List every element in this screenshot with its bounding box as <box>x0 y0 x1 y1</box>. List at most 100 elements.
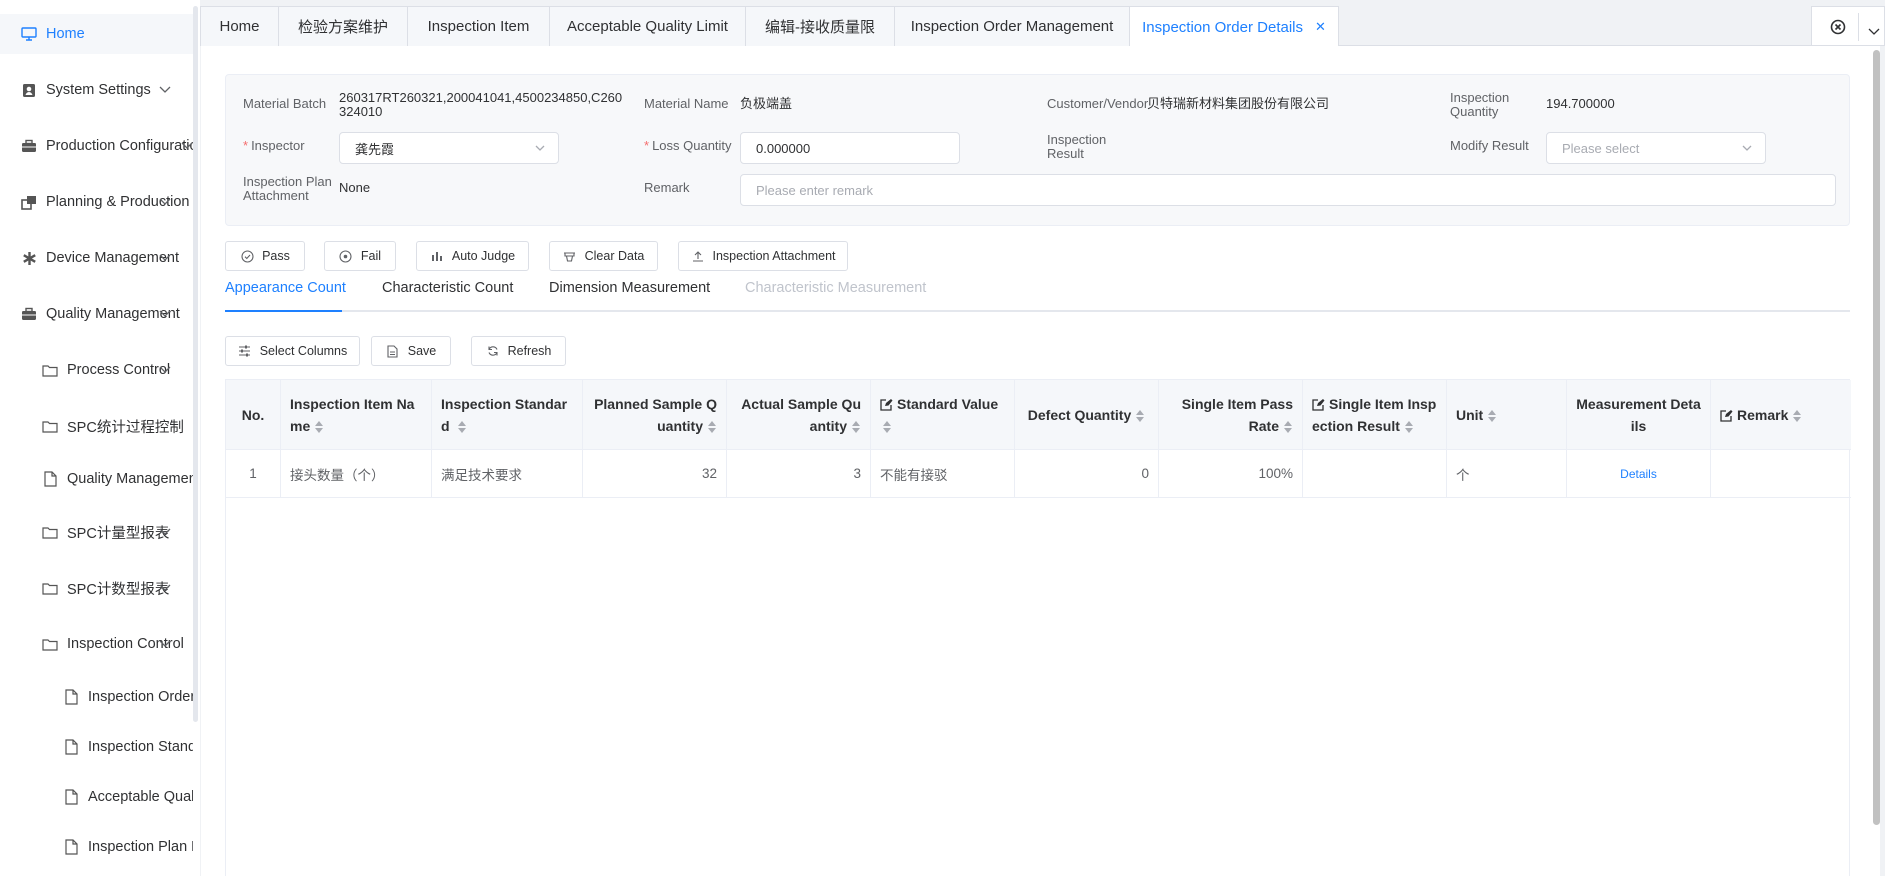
chevron-down-icon <box>158 581 172 595</box>
chevron-down-icon <box>158 251 172 265</box>
header-text: Single Item Inspection Result <box>1312 395 1437 434</box>
upload-icon <box>691 249 705 263</box>
header-text: Defect Quantity <box>1027 406 1132 423</box>
sidebar-item-label: SPC统计过程控制 <box>67 419 184 436</box>
details-link[interactable]: Details <box>1620 467 1657 481</box>
column-header-item-name[interactable]: Inspection Item Name <box>281 380 432 450</box>
chevron-down-icon[interactable] <box>1868 23 1880 35</box>
tab-bar: Home 检验方案维护 Inspection Item Acceptable Q… <box>200 6 1885 47</box>
sidebar-item-acceptable-quality-limit[interactable]: Acceptable Quality Limit <box>0 777 193 817</box>
save-button[interactable]: Save <box>371 336 451 366</box>
sidebar-item-inspection-plan-maintenance[interactable]: Inspection Plan Maintenance <box>0 827 193 867</box>
auto-judge-button[interactable]: Auto Judge <box>416 241 529 271</box>
column-header-standard[interactable]: Inspection Standard <box>432 380 583 450</box>
column-header-remark[interactable]: Remark <box>1711 380 1851 450</box>
close-circle-icon[interactable] <box>1830 19 1846 35</box>
tab-characteristic-count[interactable]: Characteristic Count <box>382 278 513 312</box>
table-cell-actual-quantity[interactable]: 3 <box>727 450 871 498</box>
loss-quantity-label: * Loss Quantity <box>644 139 732 153</box>
sort-icon[interactable] <box>1404 420 1414 433</box>
tab-label: Acceptable Quality Limit <box>567 18 728 35</box>
tab-appearance-count[interactable]: Appearance Count <box>225 278 346 312</box>
sort-icon[interactable] <box>1283 420 1293 433</box>
tab-home[interactable]: Home <box>200 6 279 46</box>
tab-edit-acceptable-quality-limit[interactable]: 编辑-接收质量限 <box>745 6 895 46</box>
column-header-planned-quantity[interactable]: Planned Sample Quantity <box>583 380 727 450</box>
sidebar-item-production-configuration[interactable]: Production Configuration <box>0 126 193 166</box>
tab-characteristic-measurement: Characteristic Measurement <box>745 278 926 312</box>
chevron-down-icon <box>158 195 172 209</box>
sidebar-item-inspection-standard[interactable]: Inspection Standard <box>0 727 193 767</box>
column-header-inspection-result[interactable]: Single Item Inspection Result <box>1303 380 1447 450</box>
table-cell-inspection-result[interactable] <box>1303 450 1447 498</box>
inspection-attachment-button[interactable]: Inspection Attachment <box>678 241 848 271</box>
table-cell-standard-value[interactable]: 不能有接驳 <box>871 450 1015 498</box>
header-text: Remark <box>1737 406 1789 423</box>
sidebar-item-system-settings[interactable]: System Settings <box>0 70 193 110</box>
sidebar-item-label: Inspection Plan Maintenance <box>88 839 193 855</box>
table-cell-remark[interactable] <box>1711 450 1851 498</box>
sidebar-item-label: System Settings <box>46 82 151 98</box>
inspection-quantity-label: Inspection Quantity <box>1450 90 1510 119</box>
check-circle-icon <box>240 249 254 263</box>
sort-icon[interactable] <box>314 420 324 433</box>
bar-chart-icon <box>430 249 444 263</box>
column-header-standard-value[interactable]: Standard Value <box>871 380 1015 450</box>
sidebar-item-inspection-control[interactable]: Inspection Control <box>0 624 193 664</box>
remark-input[interactable]: Please enter remark <box>740 174 1836 206</box>
tab-label: Appearance Count <box>225 280 346 296</box>
table-cell-planned-quantity: 32 <box>583 450 727 498</box>
tools-divider <box>1858 13 1859 41</box>
sidebar-item-spc-attribute-report[interactable]: SPC计数型报表 <box>0 568 193 608</box>
sidebar-item-spc-variable-report[interactable]: SPC计量型报表 <box>0 512 193 552</box>
tab-inspection-item[interactable]: Inspection Item <box>407 6 550 46</box>
document-icon <box>62 738 80 756</box>
column-header-unit[interactable]: Unit <box>1447 380 1567 450</box>
sidebar-item-process-control[interactable]: Process Control <box>0 350 193 390</box>
sidebar-item-spc-process-control[interactable]: SPC统计过程控制 <box>0 406 193 446</box>
sidebar-item-quality-management[interactable]: Quality Management <box>0 294 193 334</box>
sidebar-item-inspection-order-management[interactable]: Inspection Order Management <box>0 677 193 717</box>
refresh-button[interactable]: Refresh <box>471 336 566 366</box>
sort-icon[interactable] <box>851 420 861 433</box>
chevron-down-icon <box>1741 142 1753 154</box>
chevron-down-icon <box>180 139 193 153</box>
tab-inspection-plan-maintenance[interactable]: 检验方案维护 <box>278 6 408 46</box>
modify-result-placeholder: Please select <box>1562 140 1640 156</box>
tab-inspection-order-management[interactable]: Inspection Order Management <box>894 6 1130 46</box>
clear-data-button[interactable]: Clear Data <box>549 241 658 271</box>
close-icon[interactable]: ✕ <box>1315 19 1326 35</box>
fail-button[interactable]: Fail <box>324 241 396 271</box>
sort-icon[interactable] <box>1792 409 1802 422</box>
sort-icon[interactable] <box>1487 409 1497 422</box>
column-header-defect-quantity[interactable]: Defect Quantity <box>1015 380 1159 450</box>
column-header-actual-quantity[interactable]: Actual Sample Quantity <box>727 380 871 450</box>
table-cell-defect-quantity[interactable]: 0 <box>1015 450 1159 498</box>
modify-result-select[interactable]: Please select <box>1546 132 1766 164</box>
sidebar-item-planning-production[interactable]: Planning & Production <box>0 182 193 222</box>
loss-quantity-input[interactable]: 0.000000 <box>740 132 960 164</box>
sidebar-scrollbar[interactable] <box>193 6 198 722</box>
sort-icon[interactable] <box>1135 409 1145 422</box>
sidebar-item-quality-management-report[interactable]: Quality Management Report <box>0 459 193 499</box>
sort-icon[interactable] <box>707 420 717 433</box>
sidebar-item-home[interactable]: Home <box>0 14 193 54</box>
sort-icon[interactable] <box>457 420 467 433</box>
column-header-pass-rate[interactable]: Single Item Pass Rate <box>1159 380 1303 450</box>
table-cell-no: 1 <box>226 450 281 498</box>
fail-label: Fail <box>360 249 382 263</box>
main-scrollbar[interactable] <box>1873 50 1880 825</box>
customer-vendor-value: 贝特瑞新材料集团股份有限公司 <box>1147 96 1330 111</box>
column-header-no: No. <box>226 380 281 450</box>
inspector-select[interactable]: 龚先霞 <box>339 132 559 164</box>
select-columns-button[interactable]: Select Columns <box>225 336 360 366</box>
sidebar-item-device-management[interactable]: Device Management <box>0 238 193 278</box>
material-batch-value: 260317RT260321,200041041,4500234850,C260… <box>339 90 623 119</box>
tab-acceptable-quality-limit[interactable]: Acceptable Quality Limit <box>549 6 746 46</box>
sort-icon[interactable] <box>882 420 892 433</box>
pass-button[interactable]: Pass <box>225 241 305 271</box>
tab-label: Inspection Item <box>427 18 530 35</box>
pass-label: Pass <box>262 249 290 263</box>
tab-dimension-measurement[interactable]: Dimension Measurement <box>549 278 710 312</box>
tab-inspection-order-details[interactable]: Inspection Order Details ✕ <box>1129 6 1339 47</box>
